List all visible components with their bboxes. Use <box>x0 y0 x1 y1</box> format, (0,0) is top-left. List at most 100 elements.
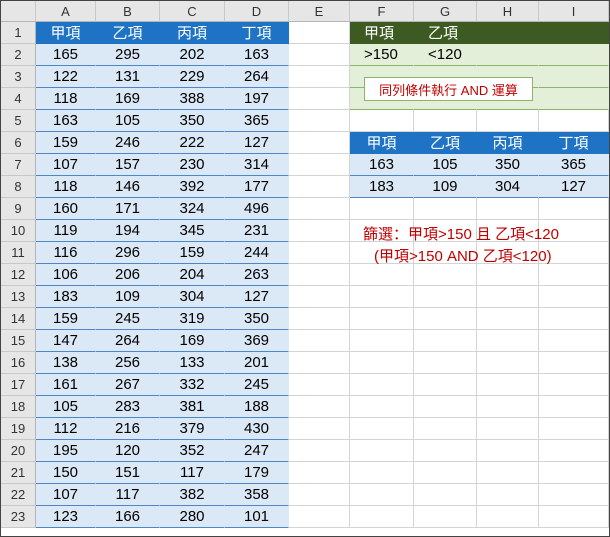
result-header-cell[interactable]: 丙項 <box>477 132 539 154</box>
main-data-cell[interactable]: 131 <box>96 66 160 88</box>
cell-i9[interactable] <box>539 198 609 220</box>
main-header-cell[interactable]: 甲項 <box>36 22 96 44</box>
row-header-10[interactable]: 10 <box>1 220 36 242</box>
column-header-f[interactable]: F <box>350 1 414 22</box>
column-header-i[interactable]: I <box>539 1 609 22</box>
main-data-cell[interactable]: 171 <box>96 198 160 220</box>
cell-e21[interactable] <box>289 462 350 484</box>
cell-g15[interactable] <box>414 330 477 352</box>
cell-f16[interactable] <box>350 352 414 374</box>
main-data-cell[interactable]: 120 <box>96 440 160 462</box>
cell-f18[interactable] <box>350 396 414 418</box>
criteria-header-cell[interactable] <box>539 22 609 44</box>
cell-h9[interactable] <box>477 198 539 220</box>
cell-g23[interactable] <box>414 506 477 528</box>
cell-g5[interactable] <box>414 110 477 132</box>
cell-e6[interactable] <box>289 132 350 154</box>
main-data-cell[interactable]: 382 <box>160 484 225 506</box>
cell-e3[interactable] <box>289 66 350 88</box>
main-data-cell[interactable]: 195 <box>36 440 96 462</box>
cell-f20[interactable] <box>350 440 414 462</box>
main-data-cell[interactable]: 123 <box>36 506 96 528</box>
cell-f13[interactable] <box>350 286 414 308</box>
cell-h20[interactable] <box>477 440 539 462</box>
criteria-cell[interactable] <box>539 44 609 66</box>
result-header-cell[interactable]: 丁項 <box>539 132 609 154</box>
cell-g22[interactable] <box>414 484 477 506</box>
cell-e8[interactable] <box>289 176 350 198</box>
main-data-cell[interactable]: 107 <box>36 154 96 176</box>
main-data-cell[interactable]: 163 <box>36 110 96 132</box>
result-header-cell[interactable]: 乙項 <box>414 132 477 154</box>
main-data-cell[interactable]: 159 <box>36 132 96 154</box>
row-header-4[interactable]: 4 <box>1 88 36 110</box>
row-header-15[interactable]: 15 <box>1 330 36 352</box>
criteria-cell[interactable] <box>477 44 539 66</box>
cell-e9[interactable] <box>289 198 350 220</box>
row-header-2[interactable]: 2 <box>1 44 36 66</box>
cell-e4[interactable] <box>289 88 350 110</box>
column-header-g[interactable]: G <box>414 1 477 22</box>
cell-e12[interactable] <box>289 264 350 286</box>
cell-g14[interactable] <box>414 308 477 330</box>
criteria-header-cell[interactable] <box>477 22 539 44</box>
main-header-cell[interactable]: 丙項 <box>160 22 225 44</box>
result-header-cell[interactable]: 甲項 <box>350 132 414 154</box>
main-data-cell[interactable]: 379 <box>160 418 225 440</box>
main-data-cell[interactable]: 166 <box>96 506 160 528</box>
cell-g17[interactable] <box>414 374 477 396</box>
main-data-cell[interactable]: 159 <box>160 242 225 264</box>
main-data-cell[interactable]: 350 <box>225 308 289 330</box>
cell-f23[interactable] <box>350 506 414 528</box>
cell-h23[interactable] <box>477 506 539 528</box>
row-header-19[interactable]: 19 <box>1 418 36 440</box>
criteria-cell[interactable] <box>539 88 609 110</box>
result-data-cell[interactable]: 127 <box>539 176 609 198</box>
main-data-cell[interactable]: 133 <box>160 352 225 374</box>
main-data-cell[interactable]: 358 <box>225 484 289 506</box>
main-data-cell[interactable]: 146 <box>96 176 160 198</box>
main-data-cell[interactable]: 106 <box>36 264 96 286</box>
cell-h19[interactable] <box>477 418 539 440</box>
main-data-cell[interactable]: 381 <box>160 396 225 418</box>
cell-e10[interactable] <box>289 220 350 242</box>
cell-f5[interactable] <box>350 110 414 132</box>
cell-i12[interactable] <box>539 264 609 286</box>
main-data-cell[interactable]: 151 <box>96 462 160 484</box>
cell-f15[interactable] <box>350 330 414 352</box>
cell-g18[interactable] <box>414 396 477 418</box>
cell-e5[interactable] <box>289 110 350 132</box>
main-data-cell[interactable]: 296 <box>96 242 160 264</box>
main-data-cell[interactable]: 264 <box>225 66 289 88</box>
result-data-cell[interactable]: 350 <box>477 154 539 176</box>
cell-i23[interactable] <box>539 506 609 528</box>
main-data-cell[interactable]: 345 <box>160 220 225 242</box>
row-header-16[interactable]: 16 <box>1 352 36 374</box>
main-data-cell[interactable]: 118 <box>36 88 96 110</box>
main-data-cell[interactable]: 147 <box>36 330 96 352</box>
cell-e16[interactable] <box>289 352 350 374</box>
cell-i15[interactable] <box>539 330 609 352</box>
main-data-cell[interactable]: 105 <box>96 110 160 132</box>
cell-e19[interactable] <box>289 418 350 440</box>
main-data-cell[interactable]: 116 <box>36 242 96 264</box>
cell-i13[interactable] <box>539 286 609 308</box>
cell-e1[interactable] <box>289 22 350 44</box>
cell-i17[interactable] <box>539 374 609 396</box>
row-header-11[interactable]: 11 <box>1 242 36 264</box>
main-data-cell[interactable]: 263 <box>225 264 289 286</box>
cell-i21[interactable] <box>539 462 609 484</box>
main-data-cell[interactable]: 157 <box>96 154 160 176</box>
cell-e17[interactable] <box>289 374 350 396</box>
cell-e11[interactable] <box>289 242 350 264</box>
main-data-cell[interactable]: 388 <box>160 88 225 110</box>
row-header-7[interactable]: 7 <box>1 154 36 176</box>
cell-f17[interactable] <box>350 374 414 396</box>
main-data-cell[interactable]: 365 <box>225 110 289 132</box>
main-data-cell[interactable]: 216 <box>96 418 160 440</box>
main-data-cell[interactable]: 122 <box>36 66 96 88</box>
result-data-cell[interactable]: 365 <box>539 154 609 176</box>
main-data-cell[interactable]: 119 <box>36 220 96 242</box>
cell-e20[interactable] <box>289 440 350 462</box>
main-data-cell[interactable]: 204 <box>160 264 225 286</box>
